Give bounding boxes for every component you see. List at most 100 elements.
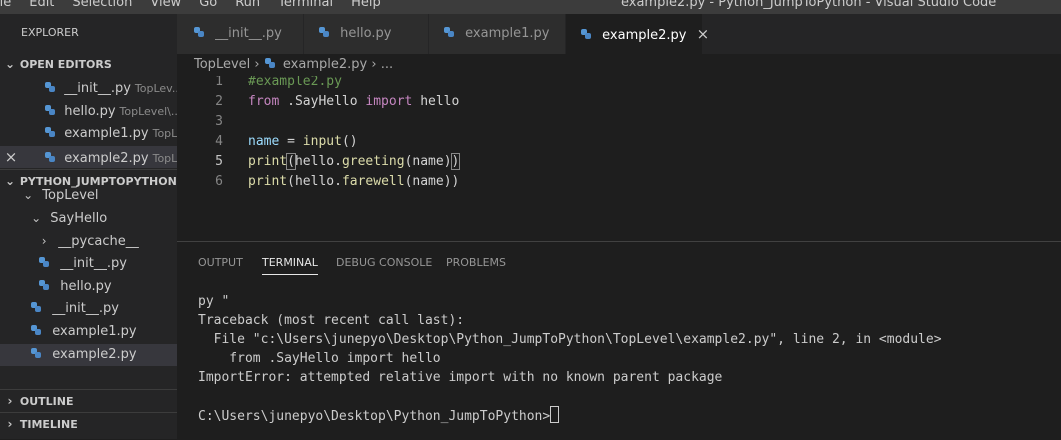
open-editor-item[interactable]: hello.py TopLevel\... bbox=[0, 101, 177, 123]
terminal-line: py " bbox=[198, 294, 230, 309]
chevron-right-icon: › bbox=[254, 57, 264, 72]
line-number: 5 bbox=[215, 154, 223, 169]
close-icon[interactable]: × bbox=[697, 25, 710, 43]
code-function: print bbox=[248, 154, 288, 169]
menu-selection[interactable]: Selection bbox=[72, 0, 132, 10]
tab-label: example2.py bbox=[602, 28, 687, 43]
code-variable: name bbox=[248, 134, 280, 149]
open-editor-item-active[interactable]: × example2.pyTopL... bbox=[0, 146, 177, 168]
title-bar: ile Edit Selection View Go Run Terminal … bbox=[0, 0, 1061, 14]
tree-item-label: __init__.py bbox=[52, 301, 119, 316]
tree-item-label: example2.py bbox=[52, 347, 137, 362]
menu-terminal[interactable]: Terminal bbox=[278, 0, 333, 10]
chevron-right-icon: › bbox=[41, 234, 47, 248]
breadcrumb-folder[interactable]: TopLevel bbox=[194, 57, 250, 72]
tree-file[interactable]: example1.py bbox=[0, 321, 177, 343]
menu-go[interactable]: Go bbox=[199, 0, 217, 10]
tree-item-label: __pycache__ bbox=[58, 234, 139, 249]
open-editors-label: OPEN EDITORS bbox=[19, 58, 112, 71]
tab-label: example1.py bbox=[465, 26, 550, 41]
python-file-icon bbox=[45, 82, 56, 92]
line-number: 6 bbox=[215, 174, 223, 189]
chevron-down-icon: ⌄ bbox=[4, 57, 16, 71]
menu-run[interactable]: Run bbox=[235, 0, 260, 10]
terminal-cursor bbox=[550, 406, 560, 423]
code-line: print(hello.farewell(name)) bbox=[248, 172, 459, 192]
terminal-output[interactable]: py " Traceback (most recent call last): … bbox=[198, 292, 942, 425]
tree-file[interactable]: __init__.py bbox=[0, 253, 177, 275]
open-editor-item[interactable]: __init__.pyTopLev... bbox=[0, 78, 177, 100]
breadcrumb-file[interactable]: example2.py bbox=[283, 57, 367, 72]
tab-init[interactable]: __init__.py bbox=[177, 14, 304, 54]
code-line-current: print(hello.greeting(name)) bbox=[248, 152, 461, 172]
tree-folder-toplevel[interactable]: ⌄ TopLevel bbox=[0, 186, 177, 204]
menu-file[interactable]: ile bbox=[0, 0, 11, 10]
tab-example1[interactable]: example1.py bbox=[429, 14, 566, 54]
tab-problems[interactable]: PROBLEMS bbox=[446, 256, 506, 269]
tab-label: hello.py bbox=[340, 26, 392, 41]
tree-file-selected[interactable]: example2.py bbox=[0, 344, 177, 366]
outline-header[interactable]: › OUTLINE bbox=[0, 389, 177, 412]
python-file-icon bbox=[31, 348, 42, 358]
breadcrumb-symbols[interactable]: ... bbox=[381, 57, 393, 72]
chevron-right-icon: › bbox=[371, 57, 381, 72]
line-number: 2 bbox=[215, 94, 223, 109]
python-file-icon bbox=[45, 127, 56, 137]
code-punct: () bbox=[341, 134, 358, 149]
menu-view[interactable]: View bbox=[150, 0, 181, 10]
python-file-icon bbox=[444, 27, 454, 37]
line-number: 1 bbox=[215, 76, 223, 89]
code-line: from .SayHello import hello bbox=[248, 92, 459, 112]
open-editor-desc: TopL... bbox=[152, 127, 177, 140]
timeline-label: TIMELINE bbox=[19, 418, 78, 431]
tree-item-label: hello.py bbox=[60, 279, 112, 294]
terminal-line: from .SayHello import hello bbox=[198, 351, 441, 366]
python-file-icon bbox=[39, 257, 50, 267]
tab-terminal[interactable]: TERMINAL bbox=[262, 256, 318, 275]
tab-debug-console[interactable]: DEBUG CONSOLE bbox=[336, 256, 432, 269]
open-editor-name: hello.py bbox=[64, 104, 116, 119]
python-file-icon bbox=[31, 302, 42, 312]
line-number: 3 bbox=[215, 114, 223, 129]
tree-folder-pycache[interactable]: › __pycache__ bbox=[0, 230, 177, 252]
code-identifier: (hello. bbox=[287, 174, 342, 189]
code-editor[interactable]: 1 2 3 4 5 6 #example2.py from .SayHello … bbox=[177, 76, 1061, 241]
python-file-icon bbox=[264, 58, 275, 68]
tree-file[interactable]: hello.py bbox=[0, 276, 177, 298]
open-editors-header[interactable]: ⌄ OPEN EDITORS bbox=[0, 53, 177, 75]
code-identifier: hello bbox=[412, 94, 460, 109]
open-editor-item[interactable]: example1.pyTopL... bbox=[0, 123, 177, 145]
tree-item-label: __init__.py bbox=[60, 256, 127, 271]
open-editor-desc: TopLevel\... bbox=[119, 105, 177, 118]
terminal-line: Traceback (most recent call last): bbox=[198, 313, 465, 328]
tab-label: __init__.py bbox=[215, 26, 282, 41]
terminal-line: ImportError: attempted relative import w… bbox=[198, 370, 723, 385]
code-function: greeting bbox=[341, 154, 405, 169]
tree-folder-sayhello[interactable]: ⌄ SayHello bbox=[0, 207, 177, 229]
editor-tab-bar: __init__.py hello.py example1.py example… bbox=[177, 14, 1061, 54]
code-keyword: from bbox=[248, 94, 280, 109]
tab-hello[interactable]: hello.py bbox=[304, 14, 429, 54]
terminal-prompt-text: C:\Users\junepyo\Desktop\Python_JumpToPy… bbox=[198, 409, 551, 424]
menu-bar: ile Edit Selection View Go Run Terminal … bbox=[0, 0, 399, 10]
menu-edit[interactable]: Edit bbox=[29, 0, 54, 10]
code-identifier: hello. bbox=[294, 154, 342, 169]
close-icon[interactable]: × bbox=[0, 146, 22, 168]
tree-file[interactable]: __init__.py bbox=[0, 298, 177, 320]
timeline-header[interactable]: › TIMELINE bbox=[0, 412, 177, 435]
open-editor-name: example1.py bbox=[64, 126, 149, 141]
menu-help[interactable]: Help bbox=[351, 0, 381, 10]
tab-example2[interactable]: example2.py × bbox=[566, 14, 709, 54]
code-function: farewell bbox=[341, 174, 405, 189]
python-file-icon bbox=[194, 27, 204, 37]
code-line: #example2.py bbox=[248, 76, 342, 92]
tab-output[interactable]: OUTPUT bbox=[198, 256, 243, 269]
code-function: input bbox=[302, 134, 342, 149]
open-editor-desc: TopL... bbox=[152, 152, 177, 165]
line-number: 4 bbox=[215, 134, 223, 149]
chevron-right-icon: › bbox=[7, 394, 13, 408]
window-title: example2.py - Python_JumpToPython - Visu… bbox=[621, 0, 997, 10]
explorer-sidebar: EXPLORER ⌄ OPEN EDITORS __init__.py TopLe… bbox=[0, 14, 177, 439]
code-operator: = bbox=[279, 134, 303, 149]
